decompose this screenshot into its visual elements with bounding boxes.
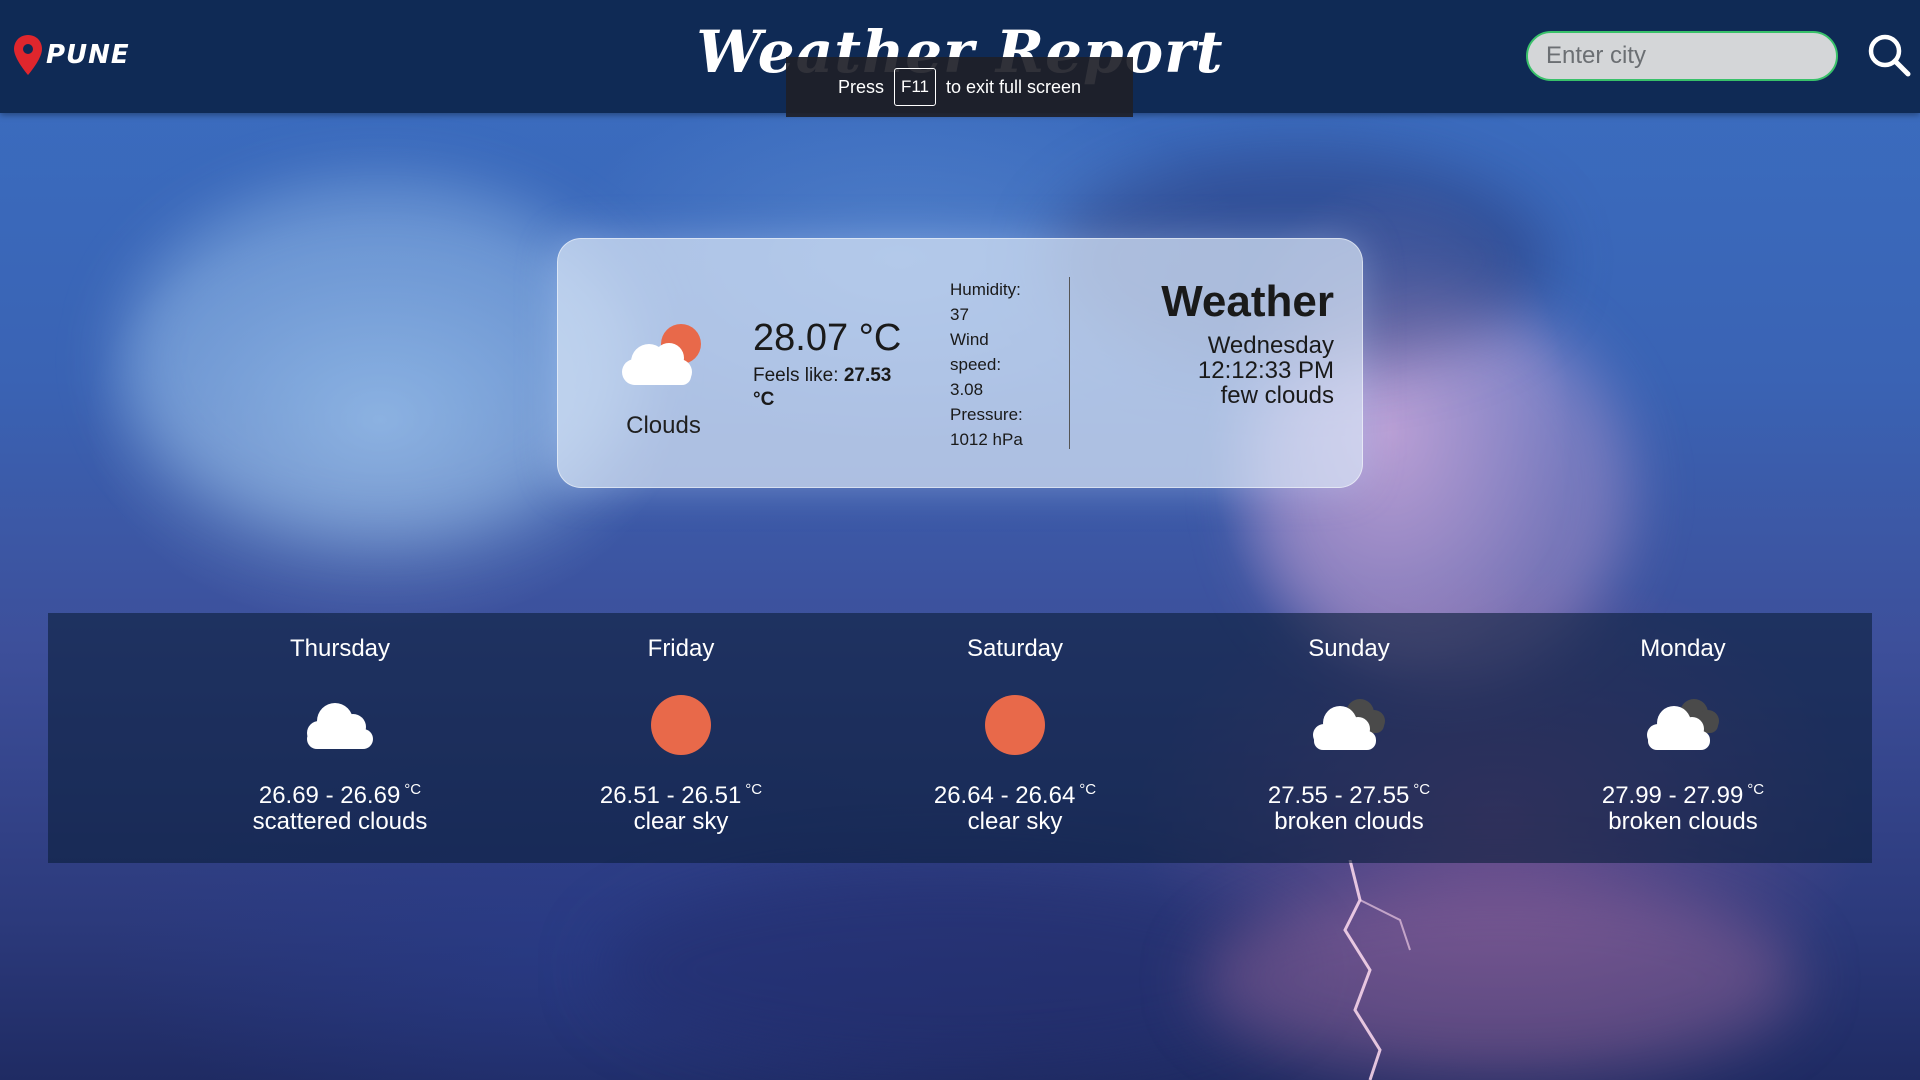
wind-value: 3.08 bbox=[950, 380, 984, 399]
forecast-day: Thursday 26.69 - 26.69 °C scattered cloud… bbox=[170, 613, 510, 835]
weather-summary: Weather Wednesday 12:12:33 PM few clouds bbox=[1078, 277, 1334, 408]
forecast-day-name: Monday bbox=[1640, 635, 1726, 662]
forecast-range: 26.69 - 26.69 °C bbox=[170, 777, 510, 809]
cloud-sun-icon bbox=[622, 324, 701, 385]
forecast-day-name: Saturday bbox=[966, 635, 1064, 662]
divider bbox=[1069, 277, 1070, 449]
feels-like-unit: °C bbox=[753, 389, 775, 410]
weather-heading: Weather bbox=[1161, 277, 1334, 326]
forecast-unit: °C bbox=[1079, 781, 1097, 798]
current-weather-card: Clouds 28.07 °C Feels like: 27.53 °C Hum… bbox=[557, 238, 1363, 488]
current-temperature: 28.07 °C bbox=[753, 317, 902, 359]
pressure-label: Pressure: bbox=[950, 405, 1023, 424]
forecast-unit: °C bbox=[404, 781, 422, 798]
fullscreen-key: F11 bbox=[893, 68, 936, 106]
forecast-day: Monday 27.99 - 27.99 °C broken clouds bbox=[1513, 613, 1853, 835]
weather-details: Humidity: 37 Wind speed: 3.08 Pressure: … bbox=[950, 277, 1055, 452]
forecast-range: 26.64 - 26.64 °C bbox=[845, 777, 1185, 809]
forecast-day: Friday 26.51 - 26.51 °C clear sky bbox=[511, 613, 851, 835]
wind-label: Wind bbox=[950, 330, 989, 349]
forecast-unit: °C bbox=[1413, 781, 1431, 798]
fullscreen-notice-suffix: to exit full screen bbox=[946, 76, 1082, 97]
forecast-description: clear sky bbox=[967, 808, 1063, 835]
forecast-range-value: 26.51 - 26.51 bbox=[599, 782, 742, 809]
city-search-input[interactable] bbox=[1526, 31, 1838, 81]
search-button[interactable] bbox=[1866, 32, 1912, 78]
current-day: Wednesday bbox=[1207, 332, 1334, 359]
cloud-icon bbox=[307, 703, 373, 749]
feels-like-value: 27.53 bbox=[843, 365, 892, 386]
navbar: PUNE Weather Report Press F11 to exit fu… bbox=[0, 0, 1920, 117]
broken-clouds-icon bbox=[1313, 699, 1385, 750]
lightning-bolt bbox=[1343, 860, 1411, 1080]
background-cloud bbox=[600, 870, 1300, 1070]
sun-icon bbox=[985, 695, 1045, 755]
forecast-range-value: 26.64 - 26.64 bbox=[933, 782, 1076, 809]
forecast-day-name: Friday bbox=[647, 635, 715, 662]
fullscreen-notice: Press F11 to exit full screen bbox=[786, 57, 1133, 117]
forecast-description: clear sky bbox=[633, 808, 729, 835]
forecast-day: Saturday 26.64 - 26.64 °C clear sky bbox=[845, 613, 1185, 835]
fullscreen-notice-prefix: Press bbox=[837, 76, 884, 97]
wind-label-2: speed: bbox=[950, 355, 1002, 374]
forecast-range-value: 26.69 - 26.69 bbox=[258, 782, 401, 809]
forecast-description: scattered clouds bbox=[252, 808, 428, 835]
forecast-unit: °C bbox=[1747, 781, 1765, 798]
forecast-range-value: 27.99 - 27.99 bbox=[1601, 782, 1744, 809]
pressure-value: 1012 hPa bbox=[950, 430, 1023, 449]
condition-label: Clouds bbox=[626, 412, 701, 439]
feels-like: Feels like: 27.53 °C bbox=[753, 364, 913, 412]
forecast-panel: Thursday 26.69 - 26.69 °C scattered cloud… bbox=[48, 613, 1872, 863]
humidity-label: Humidity: bbox=[950, 280, 1021, 299]
forecast-day: Sunday 27.55 - 27.55 °C broken clouds bbox=[1179, 613, 1519, 835]
current-description: few clouds bbox=[1220, 382, 1334, 409]
broken-clouds-icon bbox=[1647, 699, 1719, 750]
forecast-range: 27.99 - 27.99 °C bbox=[1513, 777, 1853, 809]
forecast-range: 26.51 - 26.51 °C bbox=[511, 777, 851, 809]
sun-icon bbox=[651, 695, 711, 755]
humidity-value: 37 bbox=[950, 305, 969, 324]
forecast-range-value: 27.55 - 27.55 bbox=[1267, 782, 1410, 809]
search-icon bbox=[1868, 34, 1911, 77]
forecast-range: 27.55 - 27.55 °C bbox=[1179, 777, 1519, 809]
forecast-description: broken clouds bbox=[1608, 808, 1758, 835]
forecast-description: broken clouds bbox=[1274, 808, 1424, 835]
feels-like-label: Feels like: bbox=[753, 365, 839, 386]
current-time: 12:12:33 PM bbox=[1197, 357, 1334, 384]
forecast-day-name: Thursday bbox=[289, 635, 391, 662]
forecast-day-name: Sunday bbox=[1308, 635, 1390, 662]
forecast-unit: °C bbox=[745, 781, 763, 798]
